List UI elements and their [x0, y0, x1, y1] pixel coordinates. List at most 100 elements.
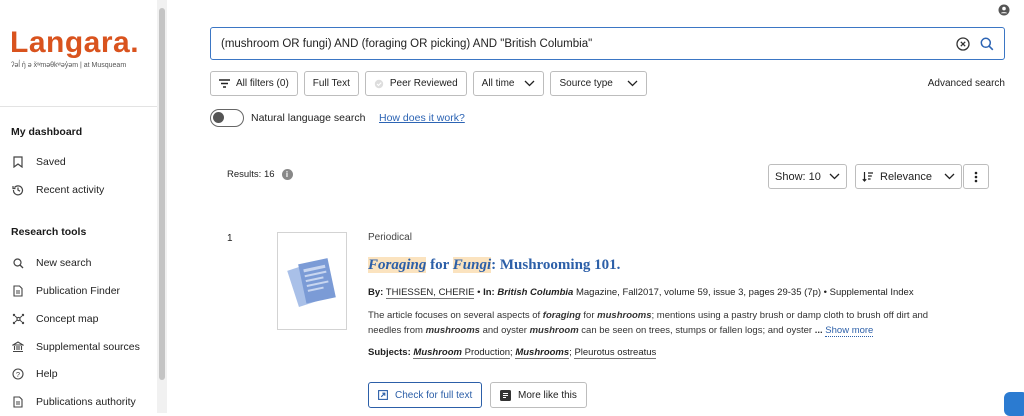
- more-options-button[interactable]: [963, 164, 989, 189]
- more-like-this-button[interactable]: More like this: [490, 382, 587, 408]
- dashboard-title: My dashboard: [11, 126, 83, 138]
- publication-type: Periodical: [368, 232, 412, 243]
- title-text: for: [426, 257, 453, 273]
- author-link[interactable]: THIESSEN, CHERIE: [385, 287, 475, 299]
- info-icon[interactable]: i: [281, 169, 293, 180]
- advanced-search-link[interactable]: Advanced search: [928, 78, 1005, 89]
- page-size-select[interactable]: Show: 10: [768, 164, 847, 189]
- source-details: Magazine, Fall2017, volume 59, issue 3, …: [573, 287, 914, 298]
- filter-bar: All filters (0) Full Text Peer Reviewed …: [210, 71, 647, 96]
- external-link-icon: [378, 390, 388, 400]
- sidebar-item-supplemental-sources[interactable]: Supplemental sources: [11, 337, 140, 357]
- sidebar-item-label: New search: [36, 257, 92, 269]
- sidebar-divider: [0, 106, 157, 107]
- chevron-down-icon: [944, 173, 955, 180]
- how-does-it-work-link[interactable]: How does it work?: [379, 112, 465, 124]
- subject-text: Production: [461, 347, 511, 358]
- svg-text:?: ?: [16, 370, 20, 379]
- chat-widget-button[interactable]: [1004, 392, 1024, 416]
- concept-map-icon: [11, 313, 25, 325]
- sidebar-item-label: Concept map: [36, 313, 99, 325]
- peer-reviewed-chip[interactable]: Peer Reviewed: [364, 71, 467, 96]
- abstract-text: The article focuses on several aspects o…: [368, 310, 543, 321]
- subject-term: Mushroom: [413, 347, 462, 358]
- peer-reviewed-label: Peer Reviewed: [389, 78, 458, 89]
- sidebar-item-label: Supplemental sources: [36, 341, 140, 353]
- sidebar-item-label: Help: [36, 368, 58, 380]
- source-type-dropdown[interactable]: Source type: [550, 71, 647, 96]
- result-title-link[interactable]: Foraging for Fungi: Mushrooming 101.: [368, 257, 620, 274]
- sidebar-item-publication-finder[interactable]: Publication Finder: [11, 281, 120, 301]
- clear-icon: [956, 36, 970, 51]
- subject-term: Mushrooms: [515, 347, 570, 358]
- abstract-term: mushrooms: [597, 310, 652, 321]
- bank-icon: [11, 341, 25, 353]
- document-icon: [11, 396, 25, 408]
- langara-logo[interactable]: Langara.: [10, 26, 139, 60]
- bookmark-icon: [11, 156, 25, 168]
- all-time-label: All time: [481, 78, 515, 89]
- result-subjects: Subjects: Mushroom Production; Mushrooms…: [368, 347, 657, 359]
- results-count: Results: 16 i: [227, 169, 293, 180]
- sidebar-item-publications-authority[interactable]: Publications authority: [11, 392, 136, 412]
- user-account-icon[interactable]: [998, 4, 1010, 16]
- sidebar-item-label: Recent activity: [36, 184, 105, 196]
- abstract-text: can be seen on trees, stumps or fallen l…: [578, 324, 815, 336]
- sort-label: Relevance: [880, 170, 932, 183]
- sidebar-item-saved[interactable]: Saved: [11, 152, 66, 172]
- toggle-knob: [213, 112, 224, 123]
- document-icon: [11, 285, 25, 297]
- result-byline: By: THIESSEN, CHERIE • In: British Colum…: [368, 287, 914, 299]
- all-filters-label: All filters (0): [236, 78, 289, 89]
- subject-link[interactable]: Mushrooms: [515, 347, 570, 359]
- show-more-link[interactable]: Show more: [825, 324, 874, 337]
- search-box: [210, 27, 1005, 60]
- search-icon: [11, 257, 25, 269]
- filter-icon: [219, 79, 230, 88]
- search-button[interactable]: [975, 32, 999, 56]
- clear-search-button[interactable]: [951, 32, 975, 56]
- more-like-this-icon: [500, 389, 511, 401]
- subject-link[interactable]: Pleurotus ostreatus: [574, 347, 657, 359]
- full-text-chip[interactable]: Full Text: [303, 71, 359, 96]
- bullet: •: [477, 287, 481, 298]
- natural-language-label: Natural language search: [251, 112, 366, 124]
- abstract-term: mushrooms: [425, 324, 480, 336]
- search-input[interactable]: [211, 28, 951, 59]
- scrollbar-thumb[interactable]: [159, 8, 165, 380]
- unchecked-circle-icon: [374, 79, 384, 89]
- help-icon: ?: [11, 368, 25, 380]
- subject-link[interactable]: Mushroom Production: [413, 347, 511, 359]
- search-icon: [980, 37, 994, 50]
- research-tools-title: Research tools: [11, 226, 87, 238]
- source-title: British Columbia: [497, 287, 574, 298]
- abstract-text: and oyster: [479, 324, 530, 336]
- chevron-down-icon: [627, 80, 638, 87]
- check-full-text-label: Check for full text: [395, 389, 473, 401]
- title-text: : Mushrooming 101.: [491, 257, 621, 273]
- sort-icon: [862, 171, 873, 182]
- subjects-label: Subjects:: [368, 347, 411, 358]
- sidebar-scrollbar[interactable]: [157, 0, 167, 413]
- in-label: In:: [483, 287, 495, 298]
- chevron-down-icon: [524, 80, 535, 87]
- page-size-label: Show: 10: [775, 170, 821, 183]
- more-vert-icon: [974, 171, 978, 182]
- sidebar-item-help[interactable]: ? Help: [11, 364, 58, 384]
- sidebar-item-new-search[interactable]: New search: [11, 253, 91, 273]
- source-type-label: Source type: [559, 78, 613, 89]
- sort-select[interactable]: Relevance: [855, 164, 962, 189]
- title-highlight: Fungi: [452, 257, 492, 273]
- abstract-term: foraging: [542, 310, 581, 321]
- all-filters-button[interactable]: All filters (0): [210, 71, 298, 96]
- natural-language-toggle[interactable]: [210, 109, 244, 127]
- sidebar-item-concept-map[interactable]: Concept map: [11, 309, 98, 329]
- periodical-icon: [287, 258, 336, 307]
- result-thumbnail[interactable]: [277, 232, 347, 330]
- sidebar-item-recent-activity[interactable]: Recent activity: [11, 180, 104, 200]
- history-icon: [11, 184, 25, 196]
- check-full-text-button[interactable]: Check for full text: [368, 382, 483, 408]
- abstract-text: for: [580, 310, 598, 321]
- all-time-dropdown[interactable]: All time: [472, 71, 545, 96]
- sidebar: Langara. ʔəl̓ ŋ̓ ə x̌ʷməθkʷəy̓əm | at Mu…: [0, 0, 157, 413]
